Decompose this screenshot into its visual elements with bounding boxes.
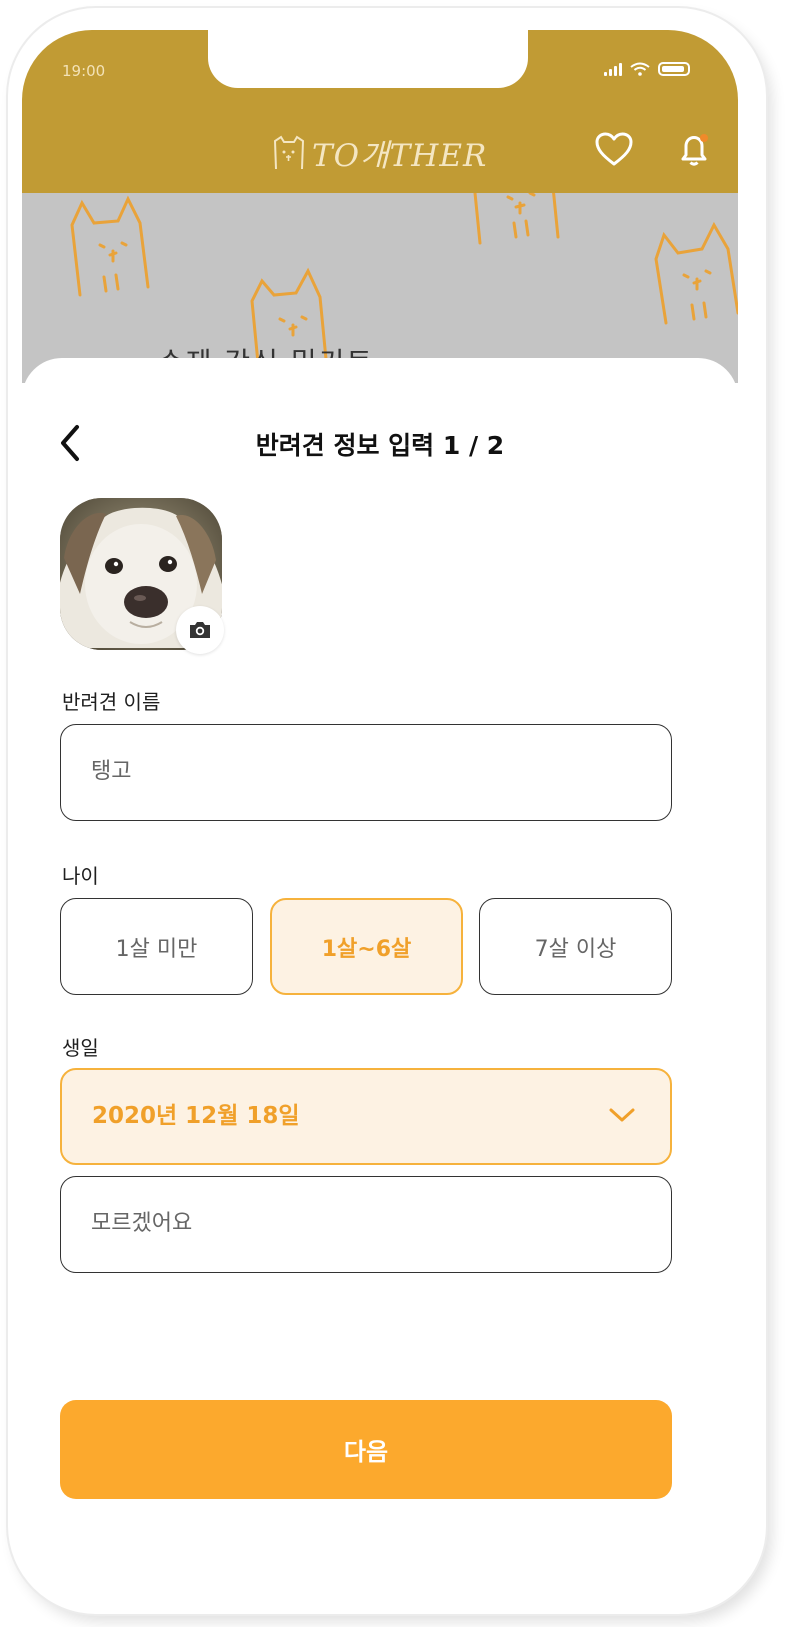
pet-name-input[interactable]: 탱고 bbox=[60, 724, 672, 821]
logo-text: TO개THER bbox=[312, 138, 488, 174]
device-notch bbox=[208, 30, 528, 88]
pet-name-value: 탱고 bbox=[91, 759, 132, 784]
app-screen: 19:00 TO개THER 반려견 정보 입력 1 / 2 반려견 이름 탱고 … bbox=[22, 30, 738, 1596]
heart-icon[interactable] bbox=[594, 130, 634, 170]
chevron-down-icon bbox=[609, 1108, 635, 1122]
age-option-1-to-6[interactable]: 1살~6살 bbox=[270, 898, 463, 995]
pet-info-sheet: 반려견 정보 입력 1 / 2 반려견 이름 탱고 나이 1살 미만 1살~6살… bbox=[22, 358, 738, 1596]
app-logo[interactable]: TO개THER bbox=[272, 130, 487, 175]
page-title: 반려견 정보 입력 1 / 2 bbox=[255, 431, 505, 460]
status-icons bbox=[604, 62, 690, 76]
camera-icon bbox=[190, 622, 210, 638]
cat-doodle-icon bbox=[473, 193, 560, 245]
phone-frame: 19:00 TO개THER 반려견 정보 입력 1 / 2 반려견 이름 탱고 … bbox=[8, 8, 766, 1614]
cat-doodle-icon bbox=[654, 221, 738, 325]
wifi-icon bbox=[630, 62, 650, 76]
battery-icon bbox=[658, 62, 690, 76]
birthday-value: 2020년 12월 18일 bbox=[92, 1103, 300, 1129]
cat-logo-icon bbox=[273, 135, 305, 169]
birthday-label: 생일 bbox=[62, 1036, 99, 1060]
next-button[interactable]: 다음 bbox=[60, 1400, 672, 1499]
birthday-select[interactable]: 2020년 12월 18일 bbox=[60, 1068, 672, 1165]
change-photo-button[interactable] bbox=[176, 606, 224, 654]
unknown-birthday-label: 모르겠어요 bbox=[91, 1211, 193, 1236]
signal-icon bbox=[604, 62, 622, 76]
background-banner: 수제 간식 밀키트 bbox=[22, 193, 738, 383]
age-option-7-plus[interactable]: 7살 이상 bbox=[479, 898, 672, 995]
age-label: 나이 bbox=[62, 864, 99, 888]
status-time: 19:00 bbox=[62, 62, 106, 80]
bell-icon[interactable] bbox=[674, 130, 714, 170]
pet-name-label: 반려견 이름 bbox=[62, 690, 161, 714]
app-header: 19:00 TO개THER bbox=[22, 30, 738, 193]
cat-doodle-icon bbox=[70, 195, 150, 297]
unknown-birthday-option[interactable]: 모르겠어요 bbox=[60, 1176, 672, 1273]
age-option-under-1[interactable]: 1살 미만 bbox=[60, 898, 253, 995]
header-actions bbox=[594, 130, 714, 170]
